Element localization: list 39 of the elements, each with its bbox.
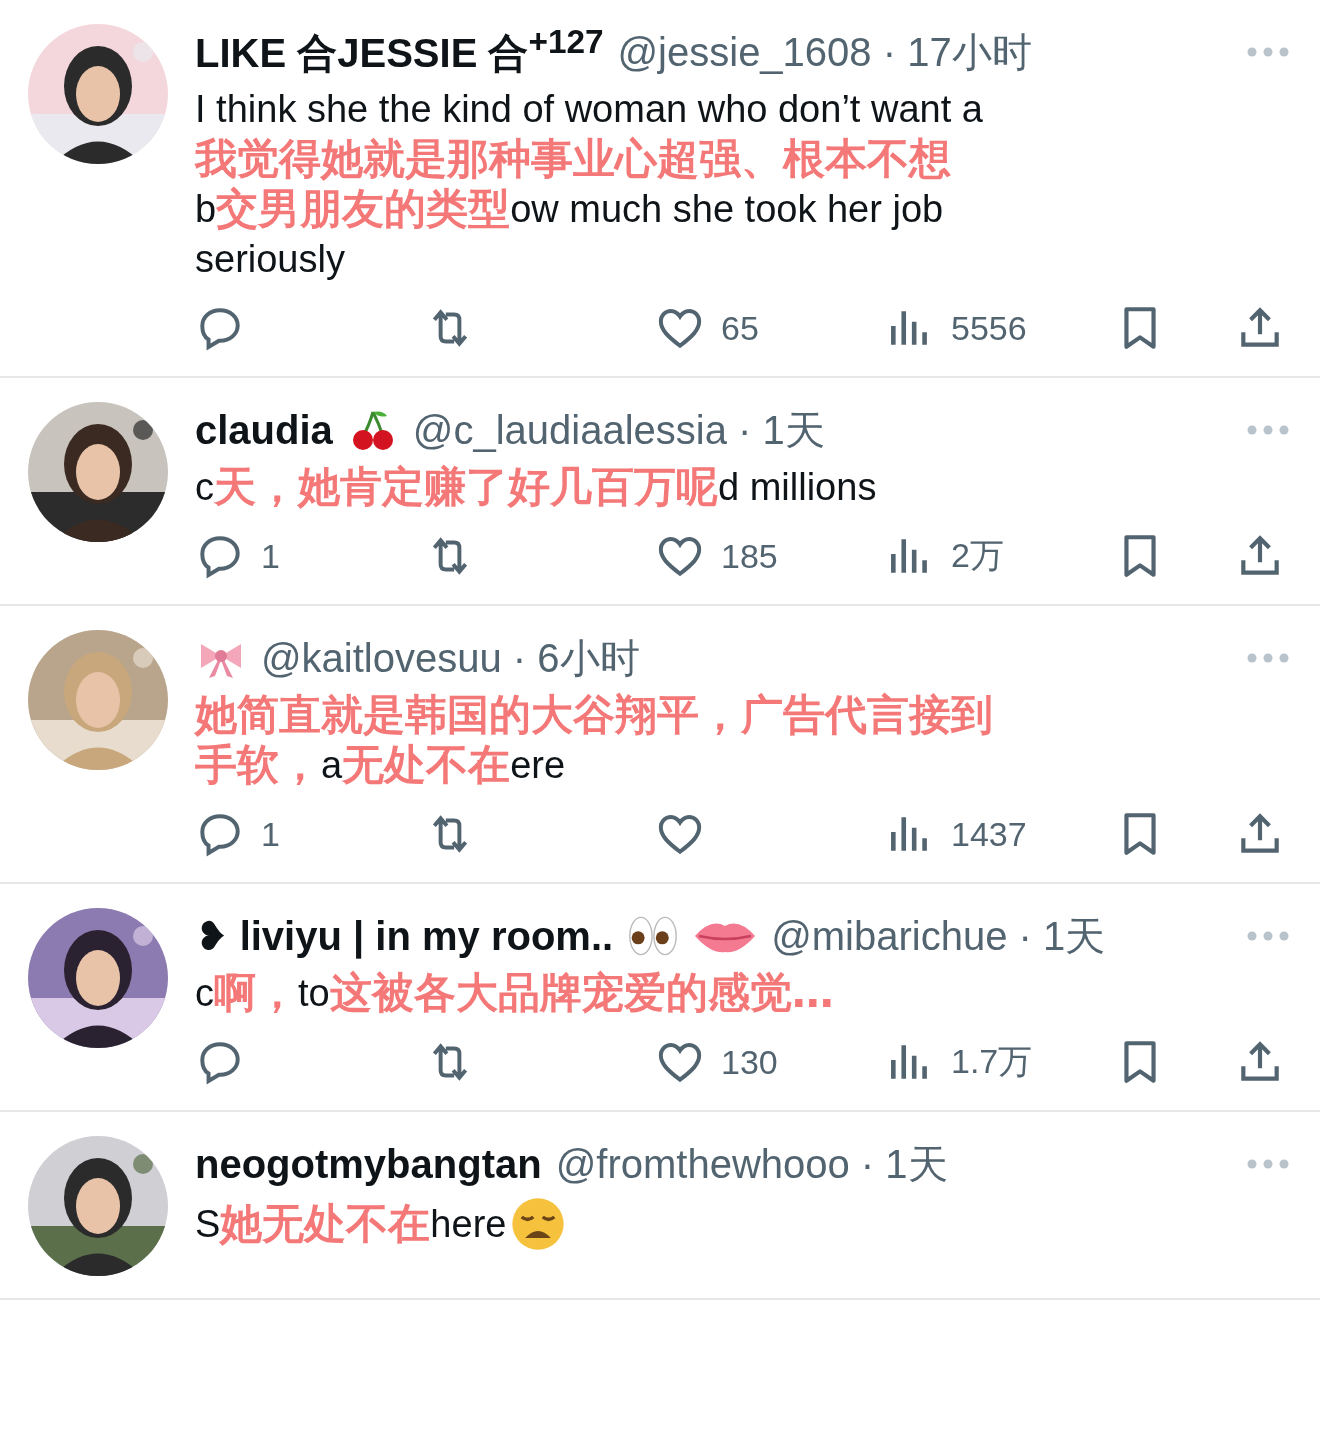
display-name: claudia <box>195 407 333 453</box>
display-name: neogotmybangtan <box>195 1141 542 1187</box>
views-button[interactable]: 5556 <box>885 302 1027 354</box>
display-name: LIKE 合JESSIE 合$^{+127}$ <box>195 22 604 78</box>
tweet-text: c <box>195 971 214 1016</box>
tweet-text: a <box>321 743 343 788</box>
translation-caption: 天，她肯定赚了好几百万呢 <box>214 462 718 512</box>
reply-button[interactable]: 1 <box>195 808 280 860</box>
weary-face-icon <box>510 1196 567 1252</box>
handle-and-time: @c_laudiaalessia · 1天 <box>412 406 825 454</box>
tweet-text: to <box>298 972 330 1016</box>
tweet-text: seriously <box>195 237 345 282</box>
translation-caption: 啊， <box>214 968 298 1018</box>
handle-and-time: @jessie_1608 · 17小时 <box>617 28 1032 76</box>
translation-caption: 她简直就是韩国的大谷翔平，广告代言接到 <box>195 690 993 740</box>
tweet-text: here <box>430 1202 507 1247</box>
display-name: ❥ liviyu | in my room.. <box>195 913 614 959</box>
tweet-text: ow much she took her job <box>510 187 944 232</box>
tweet-text: d millions <box>718 465 877 510</box>
views-button[interactable]: 1.7万 <box>885 1036 1033 1088</box>
like-button[interactable]: 130 <box>655 1036 778 1088</box>
tweet-text: ere <box>510 743 566 788</box>
tweet-text: I think she the kind of woman who don’t want a <box>195 87 983 132</box>
handle-and-time: @mibarichue · 1天 <box>771 912 1106 960</box>
handle-and-time: @kaitlovesuu · 6小时 <box>261 634 640 682</box>
views-button[interactable]: 1437 <box>885 808 1027 860</box>
handle-and-time: @fromthewhooo · 1天 <box>555 1140 948 1188</box>
translation-caption: 无处不在 <box>342 740 511 790</box>
translation-caption: 我觉得她就是那种事业心超强、根本不想 <box>195 134 951 184</box>
like-button[interactable]: 185 <box>655 530 778 582</box>
translation-caption: 她无处不在 <box>220 1199 431 1249</box>
tweet-text: b <box>195 188 217 230</box>
reply-button[interactable]: 1 <box>195 530 280 582</box>
like-button[interactable]: 65 <box>655 302 759 354</box>
tweet-text: c <box>195 465 214 510</box>
translation-caption: 交男朋友的类型 <box>216 184 511 234</box>
views-button[interactable]: 2万 <box>885 530 1004 582</box>
translation-caption: 手软， <box>195 740 321 790</box>
translation-caption: 这被各大品牌宠爱的感觉… <box>329 968 834 1018</box>
